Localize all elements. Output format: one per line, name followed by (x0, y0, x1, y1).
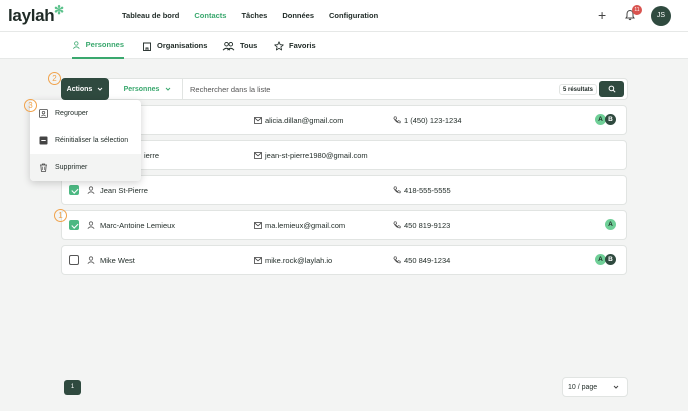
main-nav: Tableau de bord Contacts Tâches Données … (122, 11, 378, 20)
row-email[interactable]: jean-st-pierre1980@gmail.com (265, 151, 368, 160)
table-row[interactable] (61, 105, 627, 135)
results-count: 5 résultats (559, 84, 598, 95)
row-phone[interactable]: 1 (450) 123-1234 (404, 116, 462, 125)
tab-tous[interactable]: Tous (222, 32, 257, 59)
row-name[interactable]: ierre (144, 151, 159, 160)
table-row[interactable] (61, 245, 627, 275)
row-name[interactable]: Jean St-Pierre (100, 186, 148, 195)
chevron-down-icon (166, 87, 171, 91)
logo-star-icon: ✻ (54, 3, 65, 17)
row-name[interactable]: Marc-Antoine Lemieux (100, 221, 175, 230)
app-logo[interactable]: laylah (8, 6, 55, 26)
trash-icon (40, 163, 47, 172)
actions-label: Actions (66, 85, 93, 93)
nav-item-contacts[interactable]: Contacts (194, 11, 226, 20)
tab-tous-label: Tous (240, 41, 258, 50)
notification-badge: 11 (632, 5, 642, 15)
minus-square-icon (39, 136, 48, 145)
pagination-current-page[interactable]: 1 (64, 380, 81, 395)
entity-type-select[interactable]: Personnes (113, 78, 183, 100)
row-checkbox[interactable] (69, 220, 79, 230)
building-icon (143, 42, 151, 51)
mail-icon (254, 152, 262, 159)
tab-organisations-label: Organisations (157, 41, 208, 50)
phone-icon (393, 186, 401, 194)
row-phone[interactable]: 450 819-9123 (404, 221, 450, 230)
tag-b: B (605, 114, 616, 125)
top-bar: laylah ✻ Tableau de bord Contacts Tâches… (0, 0, 688, 32)
step-marker-2: 2 (48, 72, 61, 85)
phone-icon (393, 256, 401, 264)
per-page-select[interactable]: 10 / page (562, 377, 628, 397)
chevron-down-icon (97, 87, 103, 91)
tab-favoris-label: Favoris (289, 41, 316, 50)
menu-item-supprimer[interactable]: Supprimer (30, 154, 141, 181)
star-icon (274, 40, 284, 50)
tab-organisations[interactable]: Organisations (142, 32, 207, 59)
per-page-value: 10 / page (568, 383, 598, 391)
menu-item-label: Regrouper (55, 110, 89, 117)
search-icon (608, 85, 616, 93)
mail-icon (254, 257, 262, 264)
group-icon (39, 109, 48, 118)
person-icon (72, 40, 80, 49)
nav-item-tableau-de-bord[interactable]: Tableau de bord (122, 11, 179, 20)
person-icon (87, 186, 95, 194)
menu-item-label: Réinitialiser la sélection (55, 137, 129, 144)
row-email[interactable]: ma.lemieux@gmail.com (265, 221, 345, 230)
tab-personnes[interactable]: Personnes (72, 32, 124, 59)
row-email[interactable]: alicia.dillan@gmail.com (265, 116, 343, 125)
tag-b: B (605, 254, 616, 265)
actions-dropdown: Regrouper Réinitialiser la sélection Sup… (30, 100, 141, 181)
nav-item-donnees[interactable]: Données (282, 11, 314, 20)
menu-item-reinitialiser[interactable]: Réinitialiser la sélection (30, 127, 141, 154)
person-icon (87, 221, 95, 229)
row-name[interactable]: Mike West (100, 256, 135, 265)
person-icon (87, 256, 95, 264)
step-marker-1: 1 (54, 209, 67, 222)
row-email[interactable]: mike.rock@laylah.io (265, 256, 332, 265)
entity-type-value: Personnes (123, 85, 160, 93)
mail-icon (254, 222, 262, 229)
mail-icon (254, 117, 262, 124)
menu-item-regrouper[interactable]: Regrouper (30, 100, 141, 127)
row-checkbox[interactable] (69, 185, 79, 195)
row-checkbox[interactable] (69, 255, 79, 265)
people-icon (222, 41, 235, 51)
sub-nav: Personnes Organisations Tous Favoris (0, 32, 688, 59)
phone-icon (393, 116, 401, 124)
search-button[interactable] (599, 81, 624, 97)
row-phone[interactable]: 418-555-5555 (404, 186, 451, 195)
search-input[interactable] (190, 84, 530, 94)
tab-personnes-label: Personnes (85, 40, 124, 49)
user-avatar[interactable]: JS (651, 6, 671, 26)
nav-item-configuration[interactable]: Configuration (329, 11, 378, 20)
row-phone[interactable]: 450 849-1234 (404, 256, 450, 265)
tag-a: A (605, 219, 616, 230)
phone-icon (393, 221, 401, 229)
actions-button[interactable]: Actions (61, 78, 109, 100)
chevron-down-icon (613, 385, 619, 389)
plus-icon[interactable]: + (598, 8, 606, 22)
tab-favoris[interactable]: Favoris (274, 32, 316, 59)
nav-item-taches[interactable]: Tâches (241, 11, 267, 20)
step-marker-3: 3 (24, 99, 37, 112)
menu-item-label: Supprimer (55, 164, 88, 171)
